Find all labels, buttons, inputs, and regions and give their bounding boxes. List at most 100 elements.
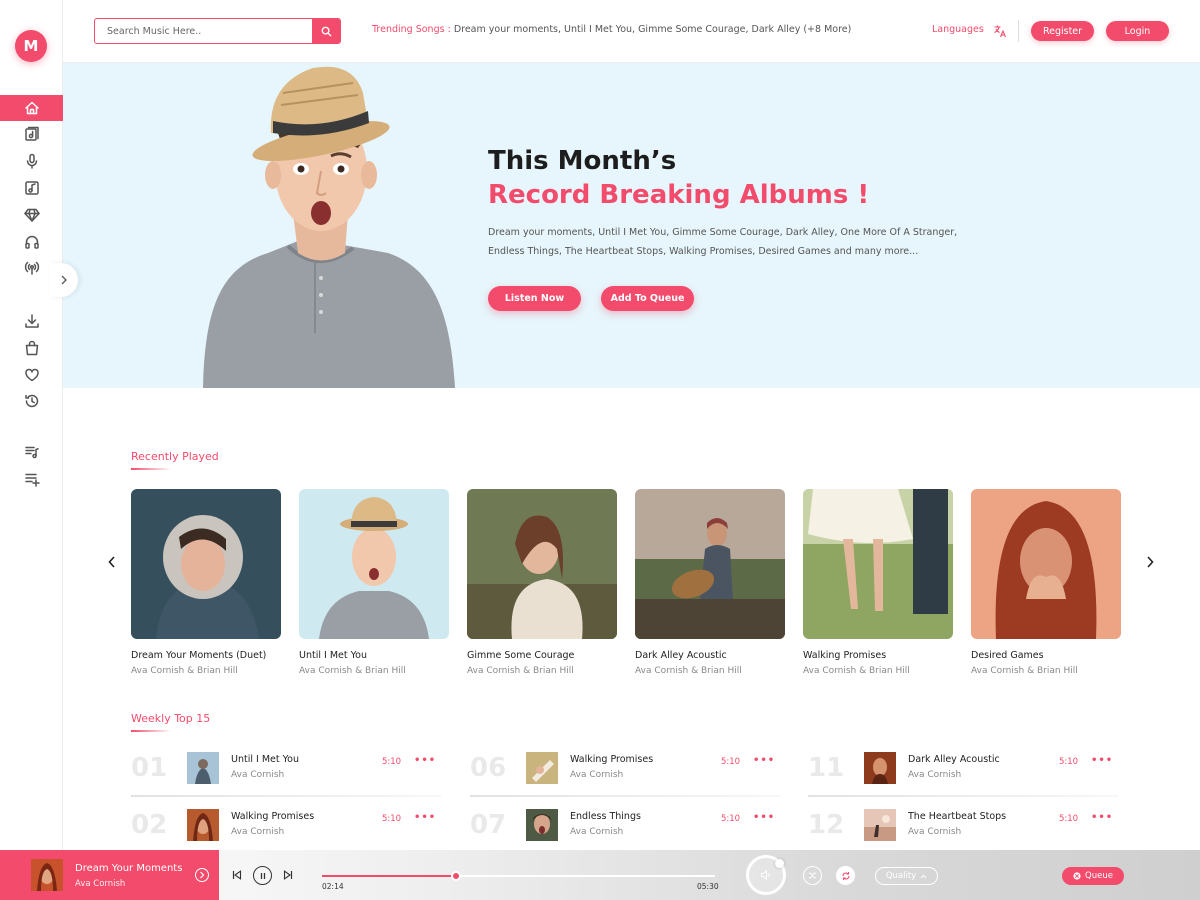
more-options-button[interactable]: ••• bbox=[753, 755, 775, 766]
sidebar-item-favourites[interactable] bbox=[0, 362, 63, 388]
chart-rank: 11 bbox=[808, 753, 845, 783]
track-artist: Ava Cornish bbox=[231, 770, 285, 780]
more-options-button[interactable]: ••• bbox=[753, 812, 775, 823]
chevron-right-icon bbox=[200, 871, 205, 879]
album-title: Desired Games bbox=[971, 650, 1044, 661]
carousel-prev-button[interactable] bbox=[104, 554, 120, 570]
album-cover bbox=[635, 489, 785, 639]
chevron-left-icon bbox=[108, 556, 115, 568]
pause-button[interactable] bbox=[253, 866, 272, 885]
next-track-button[interactable] bbox=[281, 868, 295, 882]
track-thumbnail bbox=[864, 809, 896, 841]
elapsed-time: 02:14 bbox=[322, 882, 344, 891]
chart-row[interactable]: 07 Endless Things Ava Cornish 5:10 ••• bbox=[470, 806, 780, 854]
album-artist: Ava Cornish & Brian Hill bbox=[635, 666, 742, 676]
chart-row[interactable]: 12 The Heartbeat Stops Ava Cornish 5:10 … bbox=[808, 806, 1118, 854]
track-thumbnail bbox=[187, 809, 219, 841]
more-options-button[interactable]: ••• bbox=[414, 755, 436, 766]
album-title: Dark Alley Acoustic bbox=[635, 650, 727, 661]
album-title: Until I Met You bbox=[299, 650, 367, 661]
skip-previous-icon bbox=[232, 870, 242, 880]
album-card[interactable]: Dream Your Moments (Duet) Ava Cornish & … bbox=[131, 489, 281, 676]
album-title: Dream Your Moments (Duet) bbox=[131, 650, 267, 661]
chart-rank: 06 bbox=[470, 753, 507, 783]
music-note-icon bbox=[24, 181, 39, 195]
home-icon bbox=[24, 101, 39, 115]
history-icon bbox=[24, 394, 38, 408]
track-artist: Ava Cornish bbox=[570, 827, 624, 837]
sidebar-item-playlists[interactable] bbox=[0, 439, 63, 465]
diamond-icon bbox=[23, 208, 40, 222]
weekly-top-heading: Weekly Top 15 bbox=[131, 712, 211, 732]
heart-icon bbox=[24, 368, 39, 382]
album-card[interactable]: Gimme Some Courage Ava Cornish & Brian H… bbox=[467, 489, 617, 676]
chart-row[interactable]: 11 Dark Alley Acoustic Ava Cornish 5:10 … bbox=[808, 749, 1118, 797]
chevron-up-icon bbox=[920, 874, 927, 878]
quality-label: Quality bbox=[885, 871, 917, 881]
sidebar-item-create-playlist[interactable] bbox=[0, 466, 63, 492]
languages-link[interactable]: Languages bbox=[932, 24, 984, 35]
seek-handle[interactable] bbox=[450, 871, 461, 881]
playlist-icon bbox=[24, 446, 39, 459]
shuffle-icon bbox=[808, 872, 817, 879]
album-artist: Ava Cornish & Brian Hill bbox=[131, 666, 238, 676]
seek-progress bbox=[322, 875, 456, 877]
hero-image bbox=[203, 66, 455, 388]
track-artist: Ava Cornish bbox=[231, 827, 285, 837]
queue-button[interactable]: Queue bbox=[1062, 867, 1124, 885]
logo-letter: M bbox=[23, 37, 39, 55]
sidebar-item-genres[interactable] bbox=[0, 175, 63, 201]
chart-row[interactable]: 02 Walking Promises Ava Cornish 5:10 ••• bbox=[131, 806, 441, 854]
search-input[interactable] bbox=[95, 19, 312, 43]
previous-track-button[interactable] bbox=[230, 868, 244, 882]
track-artist: Ava Cornish bbox=[908, 827, 962, 837]
track-title: Dark Alley Acoustic bbox=[908, 754, 1000, 765]
track-duration: 5:10 bbox=[382, 814, 402, 824]
album-card[interactable]: Walking Promises Ava Cornish & Brian Hil… bbox=[803, 489, 953, 676]
expand-player-button[interactable] bbox=[195, 868, 209, 882]
translate-icon[interactable] bbox=[993, 23, 1007, 42]
queue-label: Queue bbox=[1085, 871, 1113, 881]
pause-icon bbox=[260, 872, 265, 879]
add-to-queue-button[interactable]: Add To Queue bbox=[601, 286, 694, 311]
album-card[interactable]: Dark Alley Acoustic Ava Cornish & Brian … bbox=[635, 489, 785, 676]
sidebar-item-home[interactable] bbox=[0, 95, 63, 121]
chart-rank: 07 bbox=[470, 810, 507, 840]
sidebar-item-purchased[interactable] bbox=[0, 335, 63, 361]
chart-row[interactable]: 01 Until I Met You Ava Cornish 5:10 ••• bbox=[131, 749, 441, 797]
register-button[interactable]: Register bbox=[1031, 21, 1094, 41]
total-time: 05:30 bbox=[697, 882, 719, 891]
sidebar-item-albums[interactable] bbox=[0, 121, 63, 147]
sidebar-item-history[interactable] bbox=[0, 388, 63, 414]
track-title: Until I Met You bbox=[231, 754, 299, 765]
volume-handle[interactable] bbox=[775, 859, 784, 868]
sidebar-item-free-music[interactable] bbox=[0, 229, 63, 255]
shuffle-button[interactable] bbox=[803, 866, 822, 885]
chart-rank: 12 bbox=[808, 810, 845, 840]
app-logo[interactable]: M bbox=[15, 30, 47, 62]
trending-list[interactable]: Dream your moments, Until I Met You, Gim… bbox=[454, 24, 852, 35]
sidebar-item-top-tracks[interactable] bbox=[0, 202, 63, 228]
album-card[interactable]: Desired Games Ava Cornish & Brian Hill bbox=[971, 489, 1121, 676]
chevron-right-icon bbox=[1147, 556, 1154, 568]
chart-row[interactable]: 06 Walking Promises Ava Cornish 5:10 ••• bbox=[470, 749, 780, 797]
headphones-icon bbox=[24, 235, 39, 249]
album-card[interactable]: Until I Met You Ava Cornish & Brian Hill bbox=[299, 489, 449, 676]
album-title: Walking Promises bbox=[803, 650, 887, 661]
more-options-button[interactable]: ••• bbox=[414, 812, 436, 823]
track-title: Walking Promises bbox=[570, 754, 654, 765]
carousel-next-button[interactable] bbox=[1142, 554, 1158, 570]
seek-bar[interactable] bbox=[322, 871, 715, 881]
more-options-button[interactable]: ••• bbox=[1091, 812, 1113, 823]
quality-dropdown[interactable]: Quality bbox=[875, 867, 938, 885]
more-options-button[interactable]: ••• bbox=[1091, 755, 1113, 766]
sidebar-item-downloads[interactable] bbox=[0, 308, 63, 334]
download-icon bbox=[24, 314, 39, 328]
album-cover bbox=[803, 489, 953, 639]
search-button[interactable] bbox=[312, 19, 340, 43]
listen-now-button[interactable]: Listen Now bbox=[488, 286, 581, 311]
sidebar-item-artists[interactable] bbox=[0, 148, 63, 174]
search-icon bbox=[321, 26, 332, 37]
login-button[interactable]: Login bbox=[1106, 21, 1169, 41]
repeat-button[interactable] bbox=[836, 866, 855, 885]
